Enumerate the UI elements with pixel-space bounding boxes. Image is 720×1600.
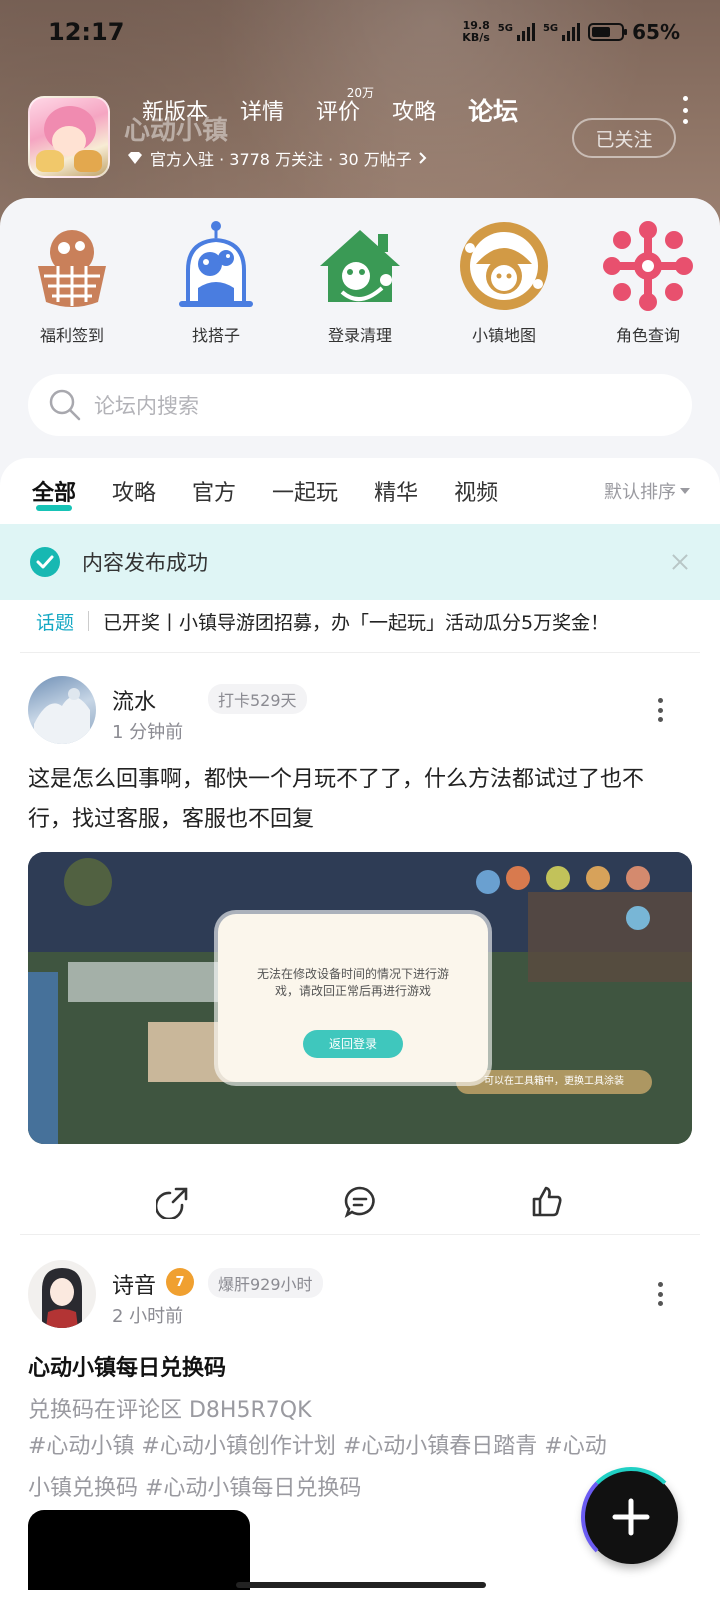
quick-link-checkin[interactable]: 福利签到 <box>20 218 124 346</box>
more-icon[interactable] <box>658 698 664 722</box>
post-time: 1 分钟前 <box>112 722 184 743</box>
return-login-button: 返回登录 <box>303 1030 403 1058</box>
topic-tag: 话题 <box>36 611 75 634</box>
tab-reviews[interactable]: 评价 20万 <box>316 86 374 126</box>
check-icon <box>30 547 60 577</box>
close-icon[interactable] <box>670 552 690 572</box>
wreath-icon <box>460 222 548 310</box>
house-icon <box>320 230 400 302</box>
quick-link-role-search[interactable]: 角色查询 <box>596 218 700 346</box>
status-time: 12:17 <box>48 18 125 46</box>
forum-sheet: 福利签到 找搭子 登录清理 小镇地图 角色查询 论坛内搜索 全部 攻略 官方 一… <box>0 198 720 1600</box>
avatar[interactable] <box>28 1260 96 1328</box>
follow-button[interactable]: 已关注 <box>572 118 676 158</box>
tab-forum[interactable]: 论坛 <box>468 92 519 132</box>
more-icon[interactable] <box>680 96 690 124</box>
image-hint: 可以在工具箱中，更换工具涂装 <box>484 1076 624 1087</box>
topic-title: 已开奖丨小镇导游团招募，办「一起玩」活动瓜分5万奖金！ <box>103 611 610 634</box>
filter-tab-official[interactable]: 官方 <box>192 475 236 507</box>
create-post-button[interactable] <box>581 1467 681 1567</box>
review-count-badge: 20万 <box>346 86 375 100</box>
post-list-panel: 全部 攻略 官方 一起玩 精华 视频 默认排序 内容发布成功 话题 已开奖丨小镇… <box>0 458 720 1600</box>
filter-tab-guides[interactable]: 攻略 <box>112 475 156 507</box>
error-message: 无法在修改设备时间的情况下进行游戏，请改回正常后再进行游戏 <box>256 967 449 998</box>
birdcage-icon <box>179 221 253 307</box>
filter-tab-videos[interactable]: 视频 <box>454 475 498 507</box>
more-icon[interactable] <box>658 1282 664 1306</box>
avatar[interactable] <box>28 676 96 744</box>
plus-icon <box>612 1498 650 1536</box>
divider <box>20 652 700 653</box>
search-icon <box>49 389 81 421</box>
home-indicator[interactable] <box>236 1582 486 1588</box>
toast-text: 内容发布成功 <box>82 551 208 575</box>
filter-tab-play-together[interactable]: 一起玩 <box>272 475 338 507</box>
game-icon[interactable] <box>28 96 110 178</box>
tab-new-version[interactable]: 新版本 <box>142 94 208 126</box>
post-actions <box>0 1172 720 1232</box>
snowflake-icon <box>603 221 693 311</box>
quick-link-town-map[interactable]: 小镇地图 <box>452 218 556 346</box>
game-meta[interactable]: 官方入驻 · 3778 万关注 · 30 万帖子 <box>126 146 428 170</box>
tab-guides[interactable]: 攻略 <box>392 94 436 126</box>
publish-success-toast: 内容发布成功 <box>0 524 720 600</box>
like-icon[interactable] <box>530 1185 564 1219</box>
checkin-badge: 打卡529天 <box>208 684 307 714</box>
post-username[interactable]: 流水 <box>112 684 156 716</box>
comment-icon[interactable] <box>343 1185 377 1219</box>
sort-dropdown[interactable]: 默认排序 <box>604 478 690 504</box>
status-bar: 12:17 19.8 KB/s 5G 5G 65% <box>48 14 680 50</box>
playtime-badge: 爆肝929小时 <box>208 1268 323 1298</box>
caret-down-icon <box>680 488 690 494</box>
battery-percent: 65% <box>632 20 680 44</box>
quick-link-find-buddy[interactable]: 找搭子 <box>164 218 268 346</box>
post-image[interactable]: 无法在修改设备时间的情况下进行游戏，请改回正常后再进行游戏 返回登录 可以在工具… <box>28 852 692 1144</box>
network-speed: 19.8 KB/s <box>462 19 490 44</box>
filter-tab-all[interactable]: 全部 <box>32 475 76 511</box>
signal-icon: 5G <box>498 23 535 41</box>
forum-search-input[interactable]: 论坛内搜索 <box>28 374 692 436</box>
search-placeholder: 论坛内搜索 <box>94 394 199 418</box>
level-badge-icon: 7 <box>166 1268 194 1296</box>
tab-details[interactable]: 详情 <box>240 94 284 126</box>
post-username[interactable]: 诗音 <box>112 1268 156 1300</box>
share-icon[interactable] <box>156 1185 190 1219</box>
diamond-icon <box>128 152 142 164</box>
post-image[interactable] <box>28 1510 250 1590</box>
post-body: 这是怎么回事啊，都快一个月玩不了了，什么方法都试过了也不行，找过客服，客服也不回… <box>28 767 645 832</box>
basket-icon <box>38 230 106 307</box>
filter-tabs: 全部 攻略 官方 一起玩 精华 视频 默认排序 <box>32 458 690 524</box>
quick-link-login-clean[interactable]: 登录清理 <box>308 218 412 346</box>
post-code-line: 兑换码在评论区 D8H5R7QK <box>28 1398 312 1423</box>
error-dialog: 无法在修改设备时间的情况下进行游戏，请改回正常后再进行游戏 返回登录 <box>218 914 488 1082</box>
filter-tab-featured[interactable]: 精华 <box>374 475 418 507</box>
post-title: 心动小镇每日兑换码 <box>28 1356 227 1381</box>
chevron-right-icon <box>419 152 427 164</box>
divider <box>20 1234 700 1235</box>
battery-icon <box>588 23 628 41</box>
signal-icon: 5G <box>543 23 581 41</box>
post-time: 2 小时前 <box>112 1306 184 1327</box>
post-hashtags[interactable]: #心动小镇 #心动小镇创作计划 #心动小镇春日踏青 #心动小镇兑换码 #心动小镇… <box>28 1426 620 1510</box>
quick-links: 福利签到 找搭子 登录清理 小镇地图 角色查询 <box>0 218 720 346</box>
pinned-topic[interactable]: 话题 已开奖丨小镇导游团招募，办「一起玩」活动瓜分5万奖金！ <box>36 604 690 638</box>
